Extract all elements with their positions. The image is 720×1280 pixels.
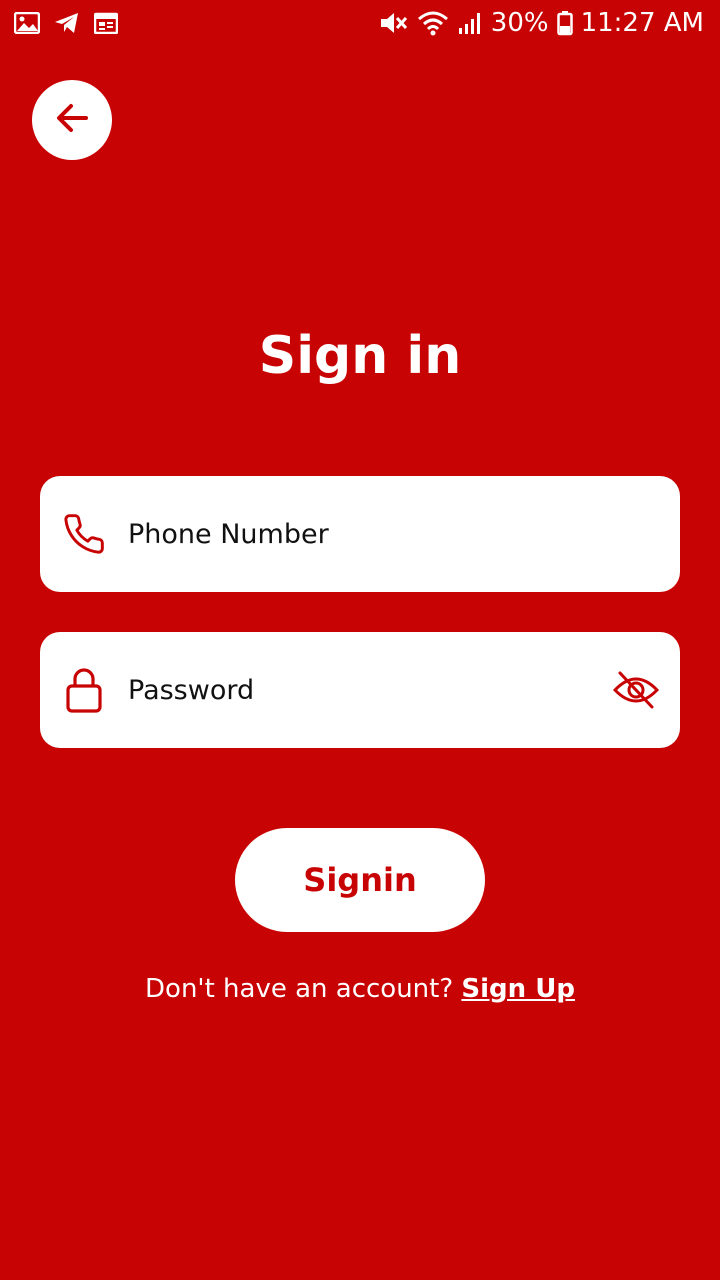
signal-icon bbox=[457, 10, 483, 36]
calendar-icon bbox=[94, 12, 118, 34]
status-time: 11:27 AM bbox=[580, 8, 704, 38]
gallery-icon bbox=[14, 12, 40, 34]
signup-prompt: Don't have an account? Sign Up bbox=[0, 974, 720, 1004]
signin-screen: 30% 11:27 AM Sign in Signin Don' bbox=[0, 0, 720, 1280]
password-input[interactable] bbox=[128, 632, 592, 748]
lock-icon bbox=[40, 666, 128, 714]
password-field[interactable] bbox=[40, 632, 680, 748]
battery-percent: 30% bbox=[490, 8, 549, 38]
signup-link[interactable]: Sign Up bbox=[461, 974, 575, 1004]
telegram-icon bbox=[54, 12, 80, 34]
eye-off-icon[interactable] bbox=[592, 670, 680, 710]
back-button[interactable] bbox=[32, 80, 112, 160]
signup-prompt-text: Don't have an account? bbox=[145, 974, 462, 1004]
mute-icon bbox=[379, 10, 409, 36]
status-right-icons: 30% 11:27 AM bbox=[379, 8, 704, 38]
arrow-left-icon bbox=[52, 98, 92, 142]
page-title: Sign in bbox=[258, 326, 462, 386]
battery-icon bbox=[556, 10, 573, 36]
status-left-icons bbox=[14, 12, 118, 34]
wifi-icon bbox=[417, 10, 449, 36]
status-bar: 30% 11:27 AM bbox=[0, 0, 720, 48]
phone-field[interactable] bbox=[40, 476, 680, 592]
phone-icon bbox=[40, 512, 128, 556]
signin-button[interactable]: Signin bbox=[235, 828, 485, 932]
phone-input[interactable] bbox=[128, 476, 680, 592]
